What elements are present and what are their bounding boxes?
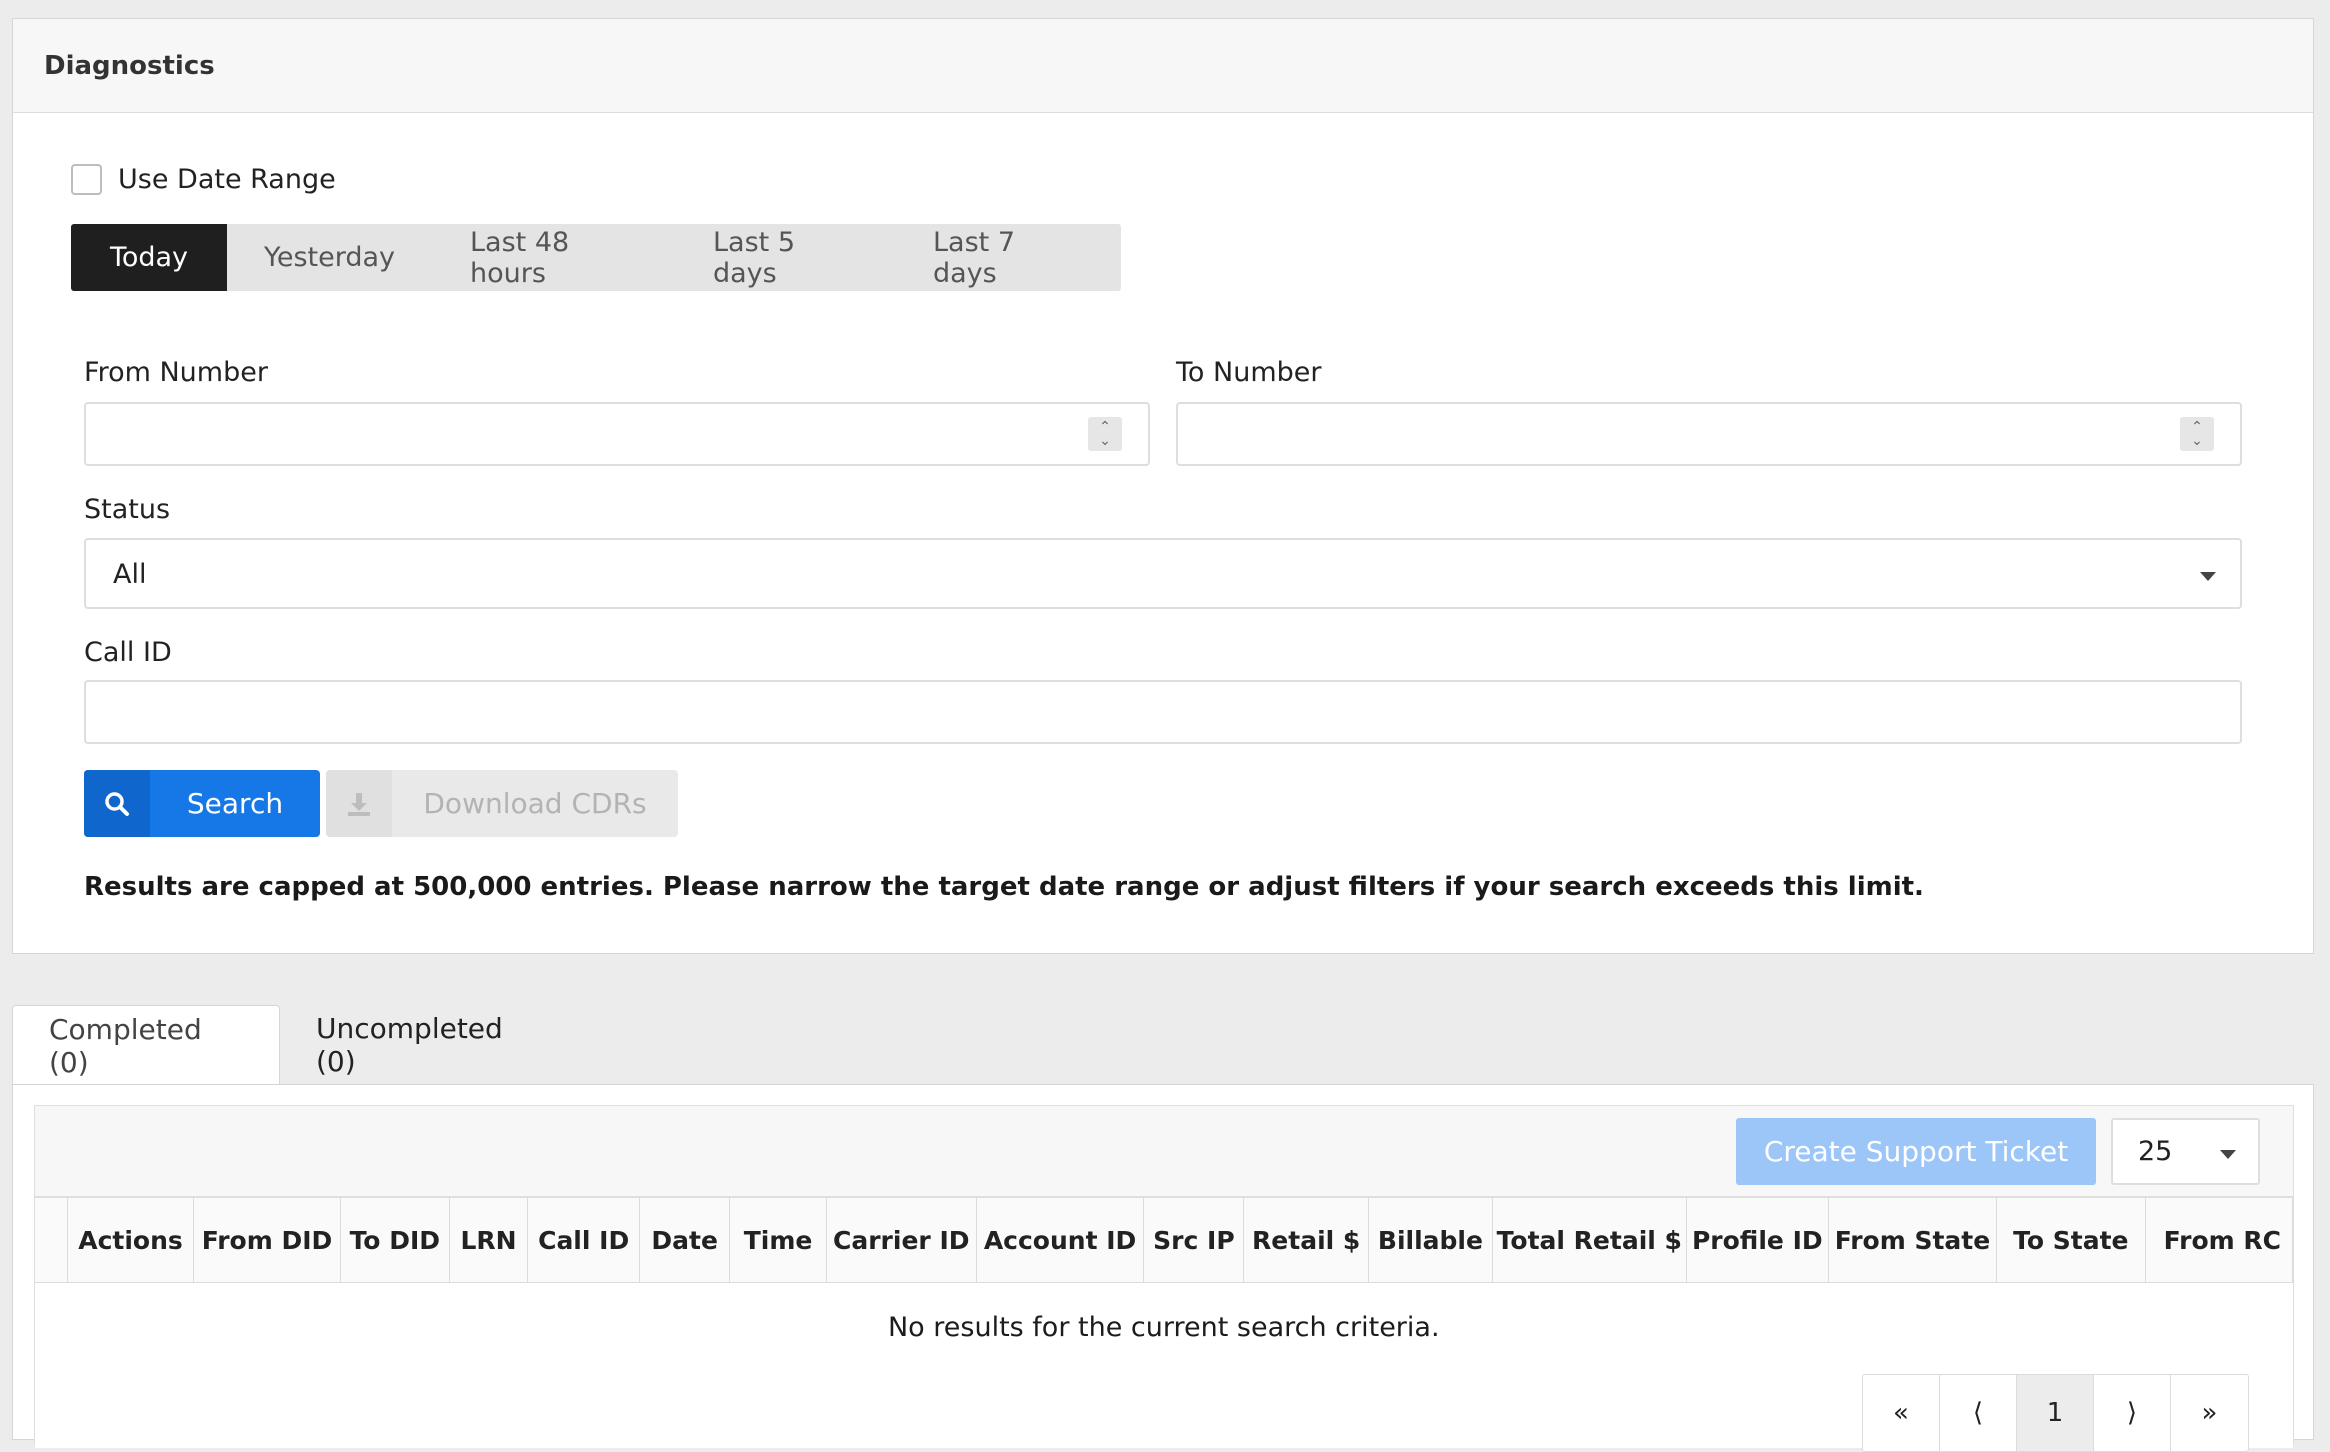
search-button[interactable]: Search <box>84 770 320 837</box>
preset-last-7-days-button[interactable]: Last 7 days <box>895 224 1121 291</box>
chevron-down-icon: ⌄ <box>1099 433 1111 449</box>
column-header[interactable]: Billable <box>1368 1198 1493 1283</box>
call-id-label: Call ID <box>84 637 172 668</box>
column-header[interactable]: From State <box>1828 1198 1998 1283</box>
download-cdrs-label: Download CDRs <box>423 787 647 820</box>
column-header[interactable]: Actions <box>67 1198 195 1283</box>
column-header[interactable]: To State <box>1996 1198 2146 1283</box>
breadcrumb <box>0 0 2330 18</box>
to-number-stepper[interactable]: ⌃ ⌄ <box>2180 417 2214 451</box>
to-number-input[interactable]: ⌃ ⌄ <box>1176 402 2242 466</box>
chevron-up-icon: ⌃ <box>2191 419 2203 435</box>
status-select[interactable]: All <box>84 538 2242 609</box>
use-date-range-label: Use Date Range <box>118 164 336 195</box>
search-button-label: Search <box>186 787 284 820</box>
column-header[interactable]: Call ID <box>527 1198 641 1283</box>
pagination: « ⟨ 1 ⟩ » <box>1862 1374 2249 1452</box>
preset-today-button[interactable]: Today <box>71 224 227 291</box>
column-header[interactable]: Time <box>729 1198 827 1283</box>
column-header[interactable]: From DID <box>193 1198 341 1283</box>
preset-last-5-days-button[interactable]: Last 5 days <box>675 224 895 291</box>
status-label: Status <box>84 494 171 525</box>
results-tabs: Completed (0) Uncompleted (0) <box>12 1005 550 1085</box>
column-header[interactable]: To DID <box>340 1198 450 1283</box>
use-date-range-row[interactable]: Use Date Range <box>71 164 336 195</box>
chevron-up-icon: ⌃ <box>1099 419 1111 435</box>
results-panel: Create Support Ticket 25 Actions From DI… <box>12 1084 2314 1452</box>
from-number-label: From Number <box>84 357 268 388</box>
preset-yesterday-button[interactable]: Yesterday <box>227 224 432 291</box>
chevron-down-icon: ⌄ <box>2191 433 2203 449</box>
results-container: Create Support Ticket 25 Actions From DI… <box>34 1105 2294 1452</box>
tab-uncompleted[interactable]: Uncompleted (0) <box>280 1005 550 1085</box>
select-column-header <box>35 1198 68 1283</box>
caret-down-icon <box>2200 572 2216 581</box>
tab-completed[interactable]: Completed (0) <box>12 1005 280 1085</box>
to-number-label: To Number <box>1176 357 1322 388</box>
results-cap-notice: Results are capped at 500,000 entries. P… <box>84 872 1924 902</box>
column-header[interactable]: Src IP <box>1143 1198 1245 1283</box>
column-header[interactable]: Total Retail $ <box>1492 1198 1687 1283</box>
column-header[interactable]: Date <box>639 1198 731 1283</box>
page-size-value: 25 <box>2138 1136 2173 1167</box>
download-cdrs-button[interactable]: Download CDRs <box>326 770 678 837</box>
from-number-stepper[interactable]: ⌃ ⌄ <box>1088 417 1122 451</box>
search-icon <box>84 770 150 837</box>
column-header[interactable]: From RC <box>2145 1198 2293 1283</box>
preset-last-48-hours-button[interactable]: Last 48 hours <box>432 224 675 291</box>
empty-results-message: No results for the current search criter… <box>35 1282 2293 1371</box>
call-id-input[interactable] <box>84 680 2242 744</box>
column-header[interactable]: Retail $ <box>1243 1198 1369 1283</box>
from-number-input[interactable]: ⌃ ⌄ <box>84 402 1150 466</box>
use-date-range-checkbox[interactable] <box>71 164 102 195</box>
status-select-value: All <box>113 559 147 590</box>
date-range-presets: Today Yesterday Last 48 hours Last 5 day… <box>71 224 1121 291</box>
column-header[interactable]: Profile ID <box>1686 1198 1829 1283</box>
create-support-ticket-button[interactable]: Create Support Ticket <box>1736 1118 2096 1185</box>
results-table: Actions From DID To DID LRN Call ID Date… <box>35 1198 2293 1371</box>
column-header[interactable]: Carrier ID <box>826 1198 977 1283</box>
panel-title: Diagnostics <box>13 19 2313 113</box>
column-header[interactable]: LRN <box>449 1198 529 1283</box>
caret-down-icon <box>2220 1150 2236 1159</box>
column-header[interactable]: Account ID <box>976 1198 1145 1283</box>
download-icon <box>326 770 392 837</box>
page-size-select[interactable]: 25 <box>2111 1118 2260 1185</box>
